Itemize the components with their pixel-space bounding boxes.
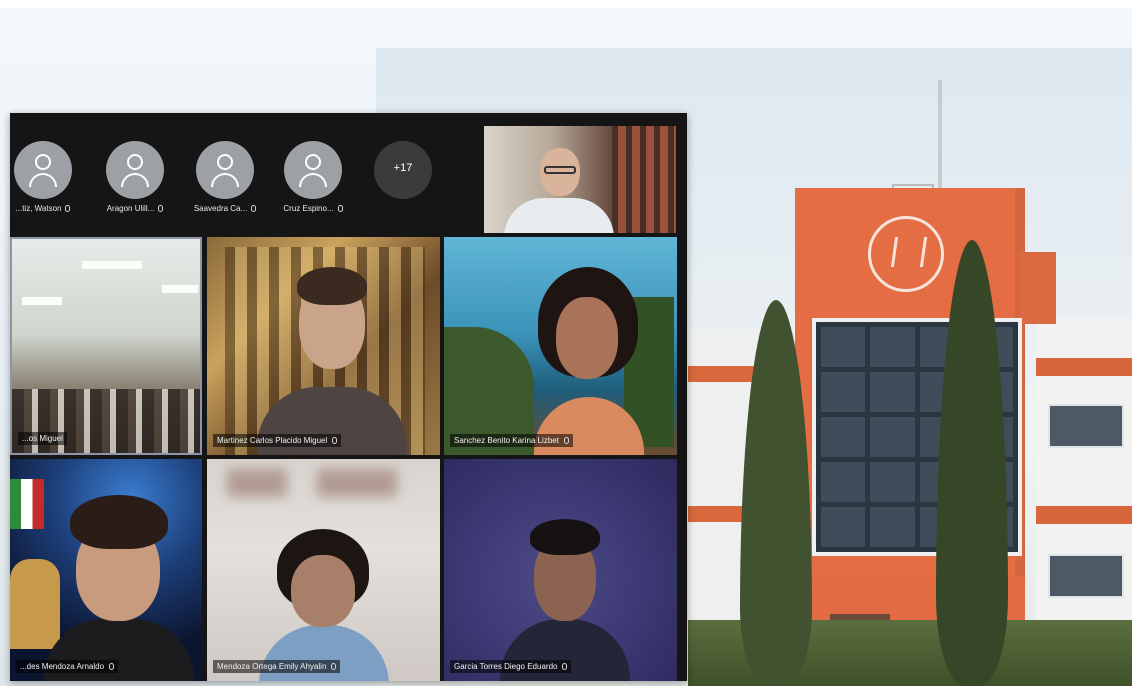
seal-emblem: [868, 216, 944, 292]
video-tile[interactable]: Mendoza Ortega Emily Ahyalin: [207, 459, 440, 681]
participant-name: ...tiz, Watson: [0, 204, 88, 213]
mic-icon: [65, 205, 71, 212]
participant-name: Saavedra Ca...: [180, 204, 270, 213]
participant-person: [257, 247, 407, 455]
mic-icon: [158, 205, 164, 212]
participant-person: [259, 529, 389, 681]
host-video[interactable]: [484, 126, 676, 233]
person-icon: [217, 154, 233, 170]
antenna: [938, 80, 942, 190]
mic-icon: [331, 663, 337, 670]
participant-strip: ...tiz, Watson Aragon Ulill... Saavedra …: [10, 113, 687, 233]
mic-icon: [332, 437, 338, 444]
participant-label: ...os Miguel: [18, 432, 67, 445]
participant-label: Garcia Torres Diego Eduardo: [450, 660, 572, 673]
mic-icon: [109, 663, 115, 670]
participant-label: Sanchez Benito Karina Lizbet: [450, 434, 573, 447]
video-tile[interactable]: Sanchez Benito Karina Lizbet: [444, 237, 677, 455]
top-border: [0, 0, 1132, 8]
person-icon: [305, 154, 321, 170]
participant-label: Mendoza Ortega Emily Ahyalin: [213, 660, 341, 673]
participant-person: [44, 479, 194, 681]
participant-name: Cruz Espino...: [268, 204, 358, 213]
participant-label: ...des Mendoza Arnaldo: [16, 660, 119, 673]
video-grid: ...os Miguel Martinez Carlos Placido Mig…: [10, 237, 677, 681]
flag-icon: [10, 479, 44, 529]
participant-avatar[interactable]: [284, 141, 342, 199]
building-tower-side: [1020, 252, 1056, 324]
video-tile[interactable]: Martinez Carlos Placido Miguel: [207, 237, 440, 455]
participant-avatar[interactable]: [196, 141, 254, 199]
mic-icon: [563, 437, 569, 444]
participant-avatar[interactable]: [106, 141, 164, 199]
participant-avatar[interactable]: [14, 141, 72, 199]
participant-name: Aragon Ulill...: [90, 204, 180, 213]
mic-icon: [251, 205, 257, 212]
classroom-people: [12, 389, 200, 453]
mic-icon: [562, 663, 568, 670]
mic-icon: [337, 205, 343, 212]
video-meeting-window: ...tiz, Watson Aragon Ulill... Saavedra …: [10, 113, 687, 681]
participant-label: Martinez Carlos Placido Miguel: [213, 434, 342, 447]
participant-person: [524, 267, 654, 455]
person-icon: [35, 154, 51, 170]
person-icon: [127, 154, 143, 170]
glasses-icon: [544, 166, 576, 174]
video-tile[interactable]: Garcia Torres Diego Eduardo: [444, 459, 677, 681]
video-tile[interactable]: ...des Mendoza Arnaldo: [10, 459, 202, 681]
video-tile[interactable]: ...os Miguel: [10, 237, 202, 455]
more-participants-button[interactable]: +17: [374, 141, 432, 199]
participant-person: [500, 509, 630, 681]
